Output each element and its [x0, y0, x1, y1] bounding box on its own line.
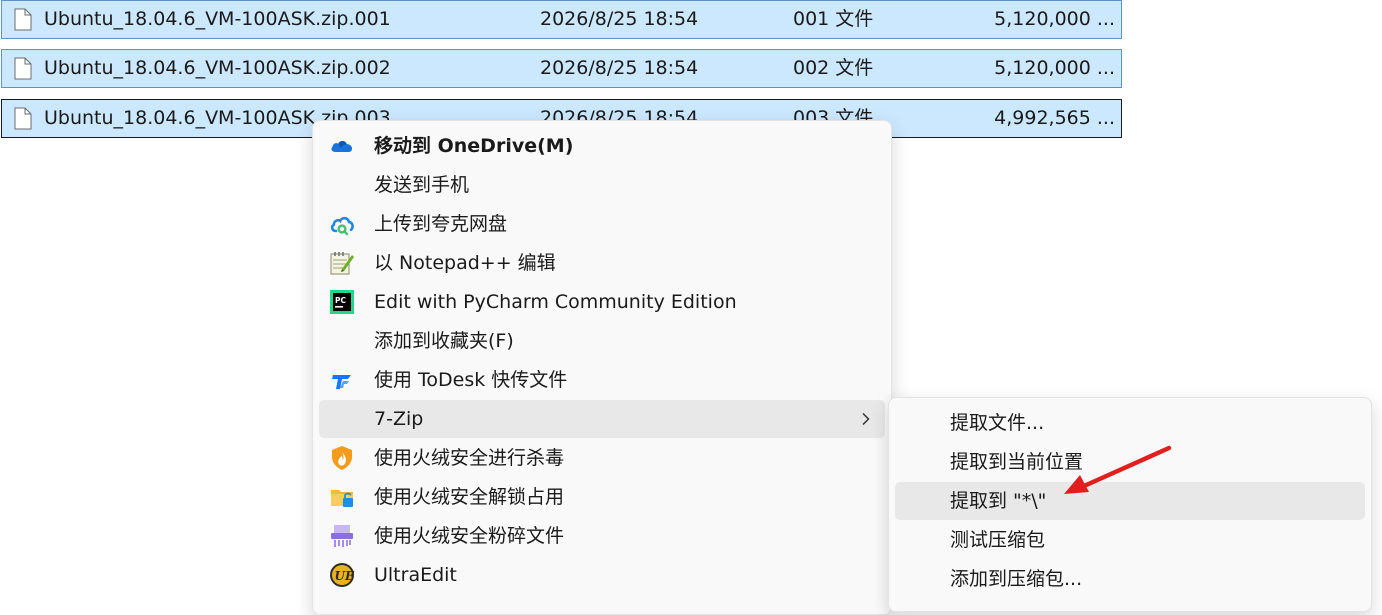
- shredder-icon: [331, 525, 353, 547]
- svg-text:PC: PC: [335, 296, 346, 305]
- file-size: 4,992,565 ...: [994, 107, 1115, 129]
- file-type: 002 文件: [793, 57, 874, 79]
- chevron-right-icon: [862, 412, 870, 426]
- menu-item-label: Edit with PyCharm Community Edition: [374, 291, 737, 313]
- submenu-item-extract-files[interactable]: 提取文件...: [895, 404, 1365, 442]
- menu-item-edit-notepadpp[interactable]: 以 Notepad++ 编辑: [319, 244, 885, 282]
- menu-item-ultraedit[interactable]: UE UltraEdit: [319, 556, 885, 594]
- submenu-item-test-archive[interactable]: 测试压缩包: [895, 521, 1365, 559]
- menu-item-huorong-shred[interactable]: 使用火绒安全粉碎文件: [319, 517, 885, 555]
- submenu-item-add-to-archive[interactable]: 添加到压缩包...: [895, 560, 1365, 598]
- menu-item-move-to-onedrive[interactable]: 移动到 OneDrive(M): [319, 127, 885, 165]
- ultraedit-icon: UE: [330, 563, 355, 587]
- menu-item-send-to-phone[interactable]: 发送到手机: [319, 166, 885, 204]
- file-date: 2026/8/25 18:54: [540, 8, 699, 30]
- context-menu: 移动到 OneDrive(M) 发送到手机 上传到夸克网盘 以 Notepad+…: [312, 120, 892, 615]
- pycharm-icon: PC: [330, 290, 354, 314]
- huorong-shield-icon: [332, 446, 352, 470]
- menu-item-upload-quark[interactable]: 上传到夸克网盘: [319, 205, 885, 243]
- submenu-item-label: 提取文件...: [950, 412, 1045, 434]
- menu-item-label: 7-Zip: [374, 408, 424, 430]
- notepad-plus-plus-icon: [330, 252, 354, 275]
- menu-item-label: 添加到收藏夹(F): [374, 330, 514, 352]
- file-name: Ubuntu_18.04.6_VM-100ASK.zip.002: [44, 57, 391, 79]
- menu-item-7zip[interactable]: 7-Zip: [319, 400, 885, 438]
- menu-item-label: 使用火绒安全进行杀毒: [374, 447, 565, 469]
- file-row[interactable]: Ubuntu_18.04.6_VM-100ASK.zip.001 2026/8/…: [1, 0, 1122, 39]
- onedrive-icon: [331, 141, 353, 152]
- menu-item-label: 使用火绒安全解锁占用: [374, 486, 565, 508]
- file-icon: [14, 107, 32, 130]
- file-size: 5,120,000 ...: [994, 8, 1115, 30]
- menu-item-label: 移动到 OneDrive(M): [374, 135, 574, 157]
- menu-item-label: UltraEdit: [374, 564, 457, 586]
- file-type: 001 文件: [793, 8, 874, 30]
- menu-item-add-to-favorites[interactable]: 添加到收藏夹(F): [319, 322, 885, 360]
- submenu-7zip: 提取文件... 提取到当前位置 提取到 "*\" 测试压缩包 添加到压缩包...: [888, 397, 1372, 612]
- file-icon: [14, 8, 32, 31]
- svg-text:UE: UE: [335, 569, 355, 583]
- menu-item-label: 发送到手机: [374, 174, 470, 196]
- file-name: Ubuntu_18.04.6_VM-100ASK.zip.001: [44, 8, 391, 30]
- folder-unlock-icon: [331, 490, 353, 507]
- annotation-arrow-icon: [1064, 445, 1172, 494]
- menu-item-huorong-scan[interactable]: 使用火绒安全进行杀毒: [319, 439, 885, 477]
- menu-item-label: 以 Notepad++ 编辑: [374, 252, 556, 274]
- submenu-item-label: 测试压缩包: [950, 529, 1046, 551]
- file-icon: [14, 57, 32, 80]
- menu-item-huorong-unlock[interactable]: 使用火绒安全解锁占用: [319, 478, 885, 516]
- file-date: 2026/8/25 18:54: [540, 57, 699, 79]
- file-row[interactable]: Ubuntu_18.04.6_VM-100ASK.zip.002 2026/8/…: [1, 49, 1122, 88]
- menu-item-label: 上传到夸克网盘: [374, 213, 508, 235]
- quark-cloud-icon: [330, 216, 354, 236]
- menu-item-edit-pycharm[interactable]: PC Edit with PyCharm Community Edition: [319, 283, 885, 321]
- submenu-item-label: 添加到压缩包...: [950, 568, 1083, 590]
- menu-item-todesk-transfer[interactable]: 使用 ToDesk 快传文件: [319, 361, 885, 399]
- file-size: 5,120,000 ...: [994, 57, 1115, 79]
- todesk-icon: [332, 375, 351, 389]
- menu-item-label: 使用 ToDesk 快传文件: [374, 369, 568, 391]
- menu-item-label: 使用火绒安全粉碎文件: [374, 525, 565, 547]
- submenu-item-label: 提取到 "*\": [950, 490, 1047, 512]
